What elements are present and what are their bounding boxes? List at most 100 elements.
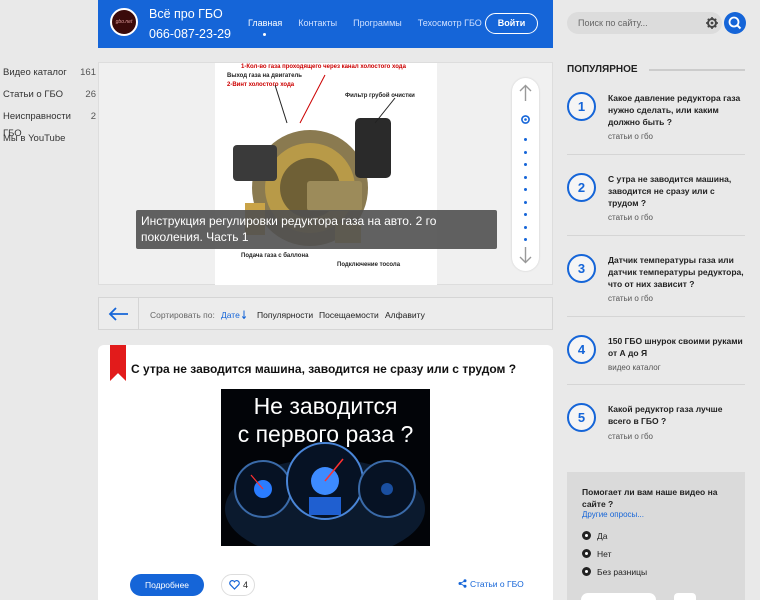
search-box <box>567 12 722 34</box>
reducer-diagram-image[interactable]: 1-Кол-во газа проходящего через канал хо… <box>215 63 437 285</box>
popular-item[interactable]: 3 Датчик температуры газа или датчик тем… <box>567 254 747 304</box>
poll-option-label: Да <box>597 531 608 541</box>
phone-number[interactable]: 066-087-23-29 <box>149 27 231 41</box>
sidebar-item-label: Неисправности ГБО <box>3 111 71 139</box>
main-nav: Главная Контакты Программы Техосмотр ГБО <box>248 18 482 28</box>
slide-bullet[interactable] <box>524 150 527 154</box>
like-button[interactable]: 4 <box>221 574 255 596</box>
sidebar-item-count: 26 <box>85 89 96 100</box>
diagram-label: Подключение тосола <box>337 262 401 268</box>
slider-pager <box>512 78 539 271</box>
radio-icon[interactable] <box>582 549 591 558</box>
sidebar-item-video-catalog[interactable]: Видео каталог 161 <box>0 64 98 81</box>
like-count: 4 <box>243 580 249 590</box>
sidebar-item-label: Видео каталог <box>3 67 67 78</box>
popular-item-title[interactable]: Какой редуктор газа лучше всего в ГБО ? <box>608 403 747 427</box>
poll-vote-button[interactable] <box>581 593 656 600</box>
divider <box>567 316 745 317</box>
popular-divider <box>649 69 745 71</box>
diagram-label: 2-Винт холостого хода <box>227 82 295 88</box>
bookmark-icon <box>110 345 126 381</box>
nav-home[interactable]: Главная <box>248 18 282 28</box>
popular-item-category[interactable]: видео каталог <box>608 363 661 372</box>
popular-item-number: 4 <box>567 335 596 364</box>
diagram-label: Фильтр грубой очистки <box>345 93 415 99</box>
image-text-line2: с первого раза ? <box>237 421 414 447</box>
slider-caption[interactable]: Инструкция регулировки редуктора газа на… <box>136 210 497 249</box>
left-sidebar: Видео каталог 161 Статьи о ГБО 26 Неиспр… <box>0 64 98 152</box>
radio-icon[interactable] <box>582 567 591 576</box>
site-header: gbo.net Всё про ГБО 066-087-23-29 Главна… <box>98 0 553 48</box>
divider <box>567 235 745 236</box>
popular-item-category[interactable]: статьи о гбо <box>608 432 653 441</box>
popular-item-title[interactable]: С утра не заводится машина, заводится не… <box>608 173 747 209</box>
sidebar-item-malfunctions[interactable]: Неисправности ГБО 2 <box>0 108 98 139</box>
slide-bullet[interactable] <box>524 188 527 191</box>
slide-bullet[interactable] <box>524 213 527 216</box>
article-title[interactable]: С утра не заводится машина, заводится не… <box>131 362 516 376</box>
sidebar-item-youtube[interactable]: Мы в YouTube <box>0 130 98 147</box>
popular-item[interactable]: 5 Какой редуктор газа лучше всего в ГБО … <box>567 403 747 443</box>
slide-bullet[interactable] <box>524 225 527 229</box>
poll-option-yes[interactable]: Да <box>582 531 607 541</box>
slide-bullet[interactable] <box>524 175 527 179</box>
popular-item[interactable]: 4 150 ГБО шнурок своими руками от А до Я… <box>567 335 747 375</box>
arrow-down-icon[interactable] <box>518 246 533 264</box>
poll-question: Помогает ли вам наше видео на сайте ? <box>582 487 718 509</box>
popular-item[interactable]: 2 С утра не заводится машина, заводится … <box>567 173 747 223</box>
sort-desc-icon <box>242 310 247 320</box>
nav-active-indicator <box>263 33 266 36</box>
popular-item-title[interactable]: 150 ГБО шнурок своими руками от А до Я <box>608 335 747 359</box>
sidebar-item-label: Статьи о ГБО <box>3 89 64 100</box>
other-polls-link[interactable]: Другие опросы... <box>582 510 644 519</box>
article-card: С утра не заводится машина, заводится не… <box>98 345 553 600</box>
site-title[interactable]: Всё про ГБО <box>149 7 223 21</box>
popular-item-category[interactable]: статьи о гбо <box>608 213 653 222</box>
poll-option-label: Без разницы <box>597 567 648 577</box>
sort-by-popularity[interactable]: Популярности <box>257 310 313 320</box>
search-input[interactable] <box>567 12 695 34</box>
site-logo[interactable]: gbo.net <box>110 8 138 36</box>
gear-icon[interactable] <box>705 16 719 30</box>
radio-icon[interactable] <box>582 531 591 540</box>
popular-item-number: 3 <box>567 254 596 283</box>
login-button[interactable]: Войти <box>485 13 538 34</box>
slide-bullet[interactable] <box>524 238 527 241</box>
nav-inspection[interactable]: Техосмотр ГБО <box>418 18 482 28</box>
share-icon <box>458 579 467 588</box>
slide-bullet[interactable] <box>524 138 527 141</box>
nav-programs[interactable]: Программы <box>353 18 402 28</box>
sort-option-label: Дате <box>221 310 240 320</box>
sort-by-alphabet[interactable]: Алфавиту <box>385 310 425 320</box>
popular-item-category[interactable]: статьи о гбо <box>608 294 653 303</box>
popular-heading: ПОПУЛЯРНОЕ <box>567 64 638 75</box>
popular-item-number: 2 <box>567 173 596 202</box>
read-more-button[interactable]: Подробнее <box>130 574 204 596</box>
popular-item-category[interactable]: статьи о гбо <box>608 132 653 141</box>
article-image[interactable]: Не заводится с первого раза ? <box>221 389 430 546</box>
search-icon <box>728 16 742 30</box>
image-text-line1: Не заводится <box>253 393 398 419</box>
arrow-left-icon <box>108 307 128 321</box>
popular-item-title[interactable]: Датчик температуры газа или датчик темпе… <box>608 254 747 290</box>
popular-item-title[interactable]: Какое давление редуктора газа нужно сдел… <box>608 92 747 128</box>
poll-option-no[interactable]: Нет <box>582 549 611 559</box>
arrow-up-icon[interactable] <box>518 84 533 102</box>
poll-results-button[interactable] <box>674 593 696 600</box>
sort-by-visits[interactable]: Посещаемости <box>319 310 379 320</box>
active-slide-indicator[interactable] <box>520 114 531 125</box>
article-category-link[interactable]: Статьи о ГБО <box>458 579 524 589</box>
slide-bullet[interactable] <box>524 200 527 204</box>
diagram-label: Подача газа с баллона <box>241 253 309 259</box>
slide-bullet[interactable] <box>524 163 527 166</box>
poll-option-no-difference[interactable]: Без разницы <box>582 567 647 577</box>
heart-icon <box>229 580 240 590</box>
nav-contacts[interactable]: Контакты <box>298 18 337 28</box>
sort-by-date[interactable]: Дате <box>221 310 249 320</box>
search-button[interactable] <box>724 12 746 34</box>
diagram-label: 1-Кол-во газа проходящего через канал хо… <box>241 64 406 70</box>
popular-item-number: 5 <box>567 403 596 432</box>
sidebar-item-articles[interactable]: Статьи о ГБО 26 <box>0 86 98 103</box>
popular-item[interactable]: 1 Какое давление редуктора газа нужно сд… <box>567 92 747 142</box>
back-button[interactable] <box>99 298 139 329</box>
